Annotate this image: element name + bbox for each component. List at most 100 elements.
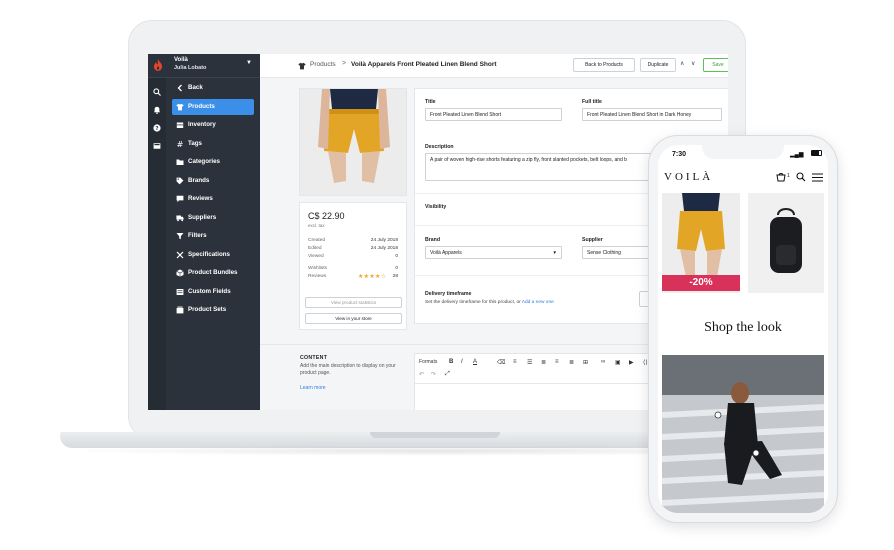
page-title: Voilà Apparels Front Pleated Linen Blend… bbox=[351, 61, 497, 68]
link-icon[interactable]: ∞ bbox=[601, 359, 605, 365]
sidebar-item-label: Suppliers bbox=[188, 213, 217, 221]
cart-icon[interactable] bbox=[776, 172, 786, 182]
full-title-label: Full title bbox=[582, 99, 602, 105]
sidebar-item-categories[interactable]: Categories bbox=[172, 154, 254, 170]
product-image[interactable] bbox=[299, 88, 407, 196]
menu-icon[interactable] bbox=[812, 173, 823, 182]
redo-icon[interactable]: ↷ bbox=[431, 371, 436, 378]
search-icon[interactable] bbox=[153, 88, 161, 96]
reviews-label: Reviews bbox=[308, 274, 327, 279]
add-delivery-link[interactable]: Add a new one bbox=[522, 300, 554, 305]
title-label: Title bbox=[425, 99, 436, 105]
sidebar-item-label: Product Sets bbox=[188, 306, 227, 313]
lifestyle-photo bbox=[662, 355, 824, 513]
italic-icon[interactable]: I bbox=[461, 359, 463, 365]
image-icon[interactable]: ▣ bbox=[615, 359, 621, 366]
sidebar-item-brands[interactable]: Brands bbox=[172, 173, 254, 189]
sidebar-item-label: Product Bundles bbox=[188, 269, 238, 276]
duplicate-button[interactable]: Duplicate bbox=[640, 58, 676, 72]
store-user: Julia Lobato bbox=[174, 65, 207, 71]
formats-dropdown[interactable]: Formats bbox=[419, 359, 437, 365]
sidebar-item-filters[interactable]: Filters bbox=[172, 228, 254, 244]
align-center-icon[interactable]: ≡ bbox=[555, 359, 559, 365]
store-name: Voilà bbox=[174, 57, 188, 63]
product-tile-backpack[interactable] bbox=[748, 193, 824, 293]
laptop-notch bbox=[370, 432, 500, 438]
brand-select[interactable]: Voilà Apparels ▼ bbox=[425, 246, 562, 259]
inventory-icon bbox=[176, 122, 184, 128]
view-in-store-button[interactable]: View in your store bbox=[305, 313, 402, 324]
description-label: Description bbox=[425, 144, 454, 150]
chat-icon bbox=[176, 195, 184, 203]
sidebar-item-suppliers[interactable]: Suppliers bbox=[172, 210, 254, 226]
text-color-icon[interactable]: A bbox=[473, 359, 477, 365]
truck-icon bbox=[176, 215, 184, 221]
list-icon[interactable]: ≡ bbox=[513, 359, 517, 365]
sidebar-item-products[interactable]: Products bbox=[172, 98, 254, 115]
help-icon[interactable]: ? bbox=[153, 124, 161, 132]
sidebar-item-reviews[interactable]: Reviews bbox=[172, 191, 254, 207]
breadcrumb-products-link[interactable]: Products bbox=[310, 61, 336, 68]
code-icon[interactable]: ⟨⟩ bbox=[643, 359, 648, 366]
bell-icon[interactable] bbox=[153, 106, 161, 114]
delivery-help: Set the delivery timeframe for this prod… bbox=[425, 300, 554, 305]
chevron-down-icon: ▼ bbox=[552, 250, 557, 255]
stack-icon bbox=[176, 306, 184, 314]
previous-product-button[interactable]: ∧ bbox=[680, 60, 684, 67]
learn-more-link[interactable]: Learn more bbox=[300, 385, 326, 391]
supplier-label: Supplier bbox=[582, 237, 603, 243]
box-icon bbox=[176, 269, 184, 277]
sidebar-item-specifications[interactable]: Specifications bbox=[172, 247, 254, 263]
fullscreen-icon[interactable]: ⤢ bbox=[445, 371, 450, 378]
sidebar-item-tags[interactable]: # Tags bbox=[172, 136, 254, 152]
save-button[interactable]: Save bbox=[703, 58, 728, 72]
full-title-input[interactable]: Front Pleated Linen Blend Short in Dark … bbox=[582, 108, 722, 121]
align-right-icon[interactable]: ≣ bbox=[569, 359, 574, 366]
align-left-icon[interactable]: ≣ bbox=[541, 359, 546, 366]
meta-label: Edited bbox=[308, 246, 322, 251]
sidebar-item-product-sets[interactable]: Product Sets bbox=[172, 302, 254, 318]
shorts-photo bbox=[300, 89, 406, 195]
undo-icon[interactable]: ↶ bbox=[419, 371, 424, 378]
video-icon[interactable]: ▶ bbox=[629, 359, 634, 366]
store-switcher[interactable]: Voilà Julia Lobato ▼ bbox=[148, 54, 260, 78]
search-icon[interactable] bbox=[796, 172, 806, 182]
sidebar-item-label: Brands bbox=[188, 176, 210, 184]
flame-logo-icon bbox=[154, 59, 162, 71]
shirt-icon bbox=[176, 103, 184, 110]
admin-screen: Voilà Julia Lobato ▼ ? Back Products Inven… bbox=[148, 54, 728, 410]
table-icon[interactable]: ⊞ bbox=[583, 359, 588, 366]
back-to-products-button[interactable]: Back to Products bbox=[573, 58, 635, 72]
backpack-photo bbox=[748, 193, 824, 293]
sidebar-item-product-bundles[interactable]: Product Bundles bbox=[172, 265, 254, 281]
status-time: 7:30 bbox=[672, 151, 687, 158]
svg-text:?: ? bbox=[155, 126, 158, 132]
meta-value: 24 July 2018 bbox=[370, 238, 398, 243]
sidebar-item-label: Filters bbox=[188, 232, 207, 239]
content-heading: CONTENT bbox=[300, 355, 328, 361]
sidebar-item-label: Products bbox=[188, 102, 215, 110]
tag-icon bbox=[176, 177, 184, 184]
view-statistics-button[interactable]: View product statistics bbox=[305, 297, 402, 308]
shop-the-look-image[interactable] bbox=[662, 355, 824, 513]
shirt-icon bbox=[298, 62, 306, 70]
sidebar-item-label: Back bbox=[188, 84, 203, 91]
shop-logo[interactable]: VOILÀ bbox=[664, 171, 713, 183]
next-product-button[interactable]: ∨ bbox=[691, 60, 695, 67]
sidebar-item-back[interactable]: Back bbox=[172, 80, 254, 96]
top-bar: Products > Voilà Apparels Front Pleated … bbox=[260, 54, 728, 78]
product-price: C$ 22.90 bbox=[308, 211, 345, 221]
sidebar-item-label: Categories bbox=[188, 158, 220, 165]
sidebar-item-custom-fields[interactable]: Custom Fields bbox=[172, 284, 254, 300]
clear-format-icon[interactable]: ⌫ bbox=[497, 359, 505, 366]
battery-icon bbox=[811, 150, 822, 156]
rating-stars: ★★★★☆ bbox=[358, 274, 387, 280]
title-input[interactable]: Front Pleated Linen Blend Short bbox=[425, 108, 562, 121]
bold-icon[interactable]: B bbox=[449, 359, 453, 365]
sidebar-item-inventory[interactable]: Inventory bbox=[172, 117, 254, 133]
ordered-list-icon[interactable]: ☰ bbox=[527, 359, 532, 366]
list-icon bbox=[176, 288, 184, 295]
register-icon[interactable] bbox=[153, 142, 161, 150]
wrench-icon bbox=[176, 251, 184, 258]
meta-label: Created bbox=[308, 238, 326, 243]
